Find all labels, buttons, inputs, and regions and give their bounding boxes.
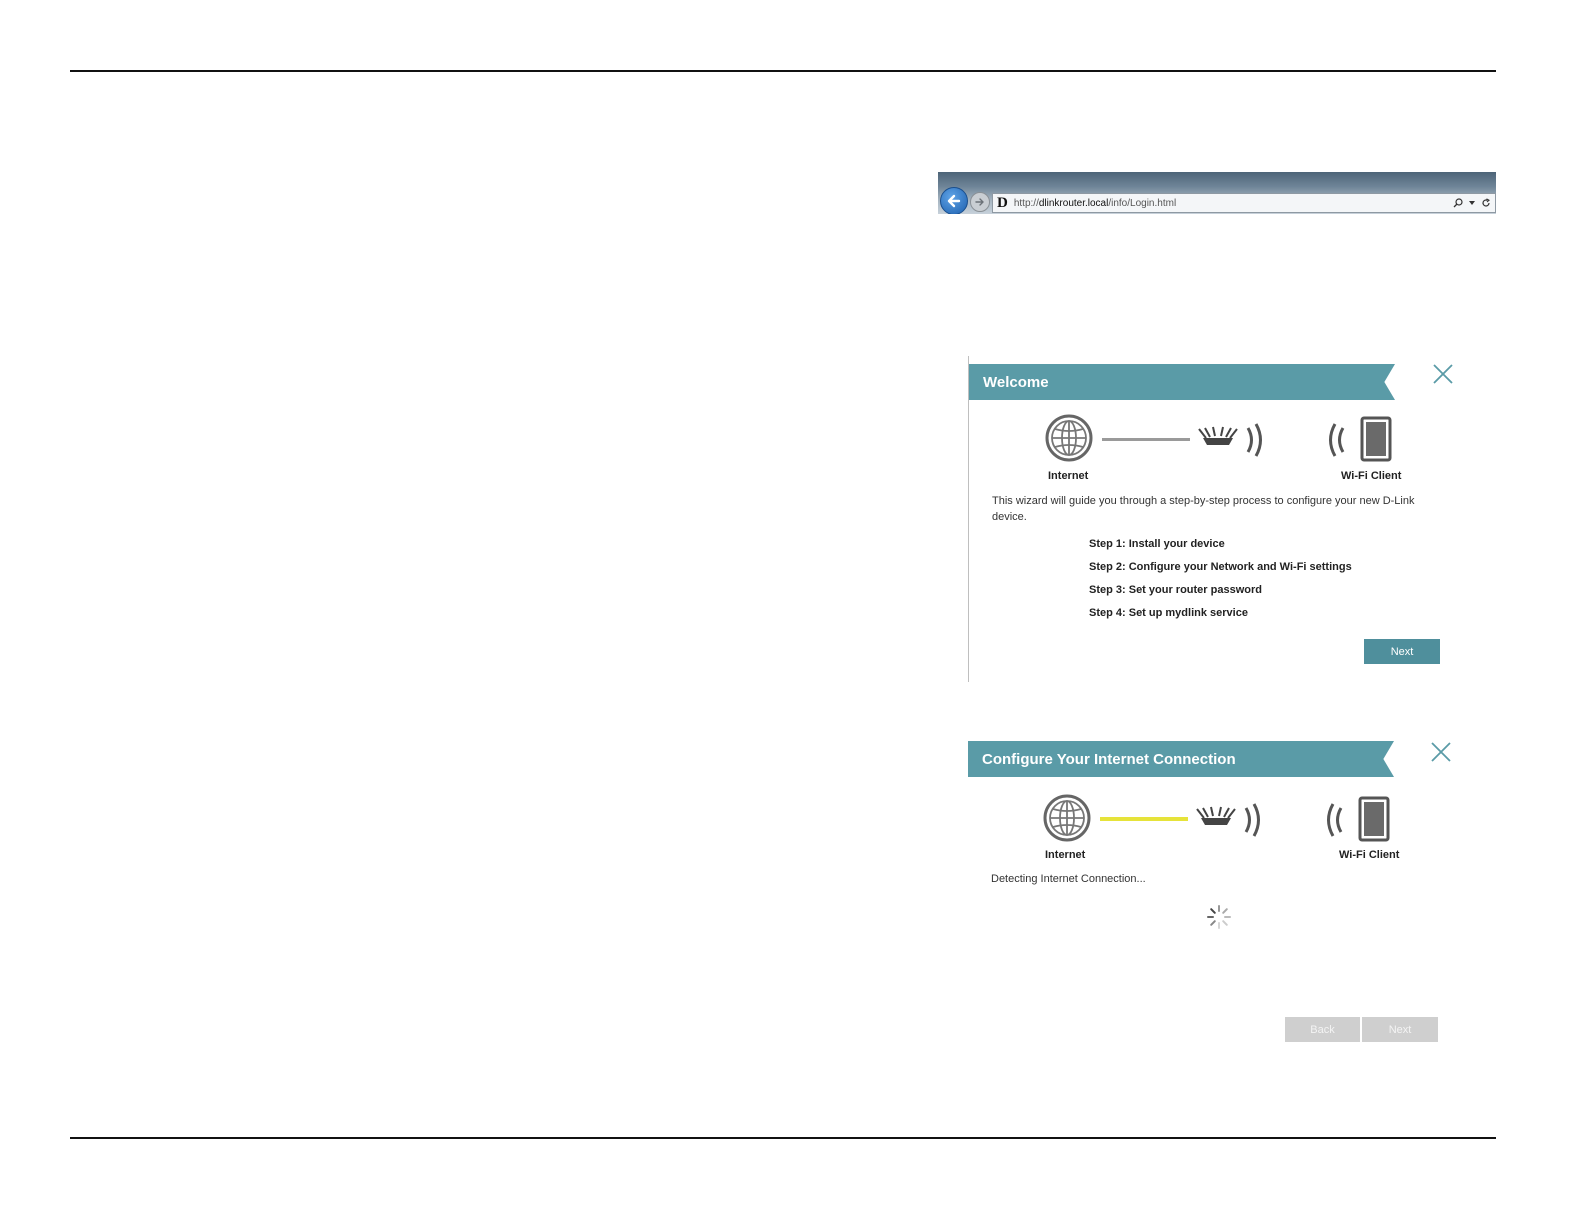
next-button[interactable]: Next (1362, 1017, 1438, 1042)
wifi-signal-icon (1329, 423, 1345, 457)
wifi-signal-icon (1327, 803, 1343, 837)
refresh-icon[interactable] (1481, 198, 1491, 208)
close-icon[interactable] (1429, 740, 1453, 764)
welcome-wizard-panel: Welcome Internet Wi-Fi Client This wizar… (968, 356, 1469, 682)
next-button[interactable]: Next (1364, 639, 1440, 664)
configure-title: Configure Your Internet Connection (982, 750, 1236, 768)
router-icon (1198, 426, 1238, 445)
globe-icon (1045, 414, 1093, 462)
step-list: Step 1: Install your device Step 2: Conf… (1089, 536, 1352, 628)
wifi-client-label: Wi-Fi Client (1341, 470, 1402, 482)
arrow-left-icon (947, 194, 961, 208)
step-4: Step 4: Set up mydlink service (1089, 607, 1248, 619)
tablet-icon (1360, 416, 1392, 462)
back-button[interactable]: Back (1285, 1017, 1360, 1042)
back-navigation-button[interactable] (940, 187, 968, 214)
wifi-client-label: Wi-Fi Client (1339, 849, 1400, 861)
browser-address-bar: D http://dlinkrouter.local/info/Login.ht… (938, 172, 1496, 214)
configure-banner: Configure Your Internet Connection (968, 741, 1394, 777)
router-icon (1196, 806, 1236, 825)
address-input[interactable]: D http://dlinkrouter.local/info/Login.ht… (992, 193, 1496, 213)
site-favicon: D (997, 194, 1008, 211)
configure-internet-wizard-panel: Configure Your Internet Connection Inter… (968, 734, 1468, 1054)
arrow-right-icon (975, 198, 984, 206)
tablet-icon (1358, 796, 1390, 842)
url-prefix: http:// (1013, 197, 1039, 209)
dropdown-arrow-icon[interactable] (1469, 200, 1475, 206)
welcome-title: Welcome (983, 373, 1049, 391)
footer-rule (70, 1137, 1496, 1139)
close-icon[interactable] (1431, 362, 1455, 386)
forward-navigation-button[interactable] (970, 192, 990, 212)
wifi-signal-icon (1244, 803, 1260, 837)
connection-status-text: Detecting Internet Connection... (991, 873, 1146, 885)
step-1: Step 1: Install your device (1089, 538, 1225, 550)
welcome-banner: Welcome (969, 364, 1395, 400)
url-text: http://dlinkrouter.local/info/Login.html (1014, 198, 1176, 209)
step-2: Step 2: Configure your Network and Wi-Fi… (1089, 561, 1352, 573)
url-host: dlinkrouter.local (1038, 197, 1109, 209)
wizard-description: This wizard will guide you through a ste… (992, 495, 1415, 523)
network-topology: Internet Wi-Fi Client (968, 792, 1468, 872)
header-rule (70, 70, 1496, 72)
network-topology: Internet Wi-Fi Client (969, 414, 1469, 494)
globe-icon (1043, 794, 1091, 842)
step-3: Step 3: Set your router password (1089, 584, 1262, 596)
url-path: /info/Login.html (1108, 197, 1177, 209)
wifi-signal-icon (1246, 423, 1262, 457)
internet-label: Internet (1048, 470, 1089, 482)
search-icon[interactable] (1453, 198, 1463, 208)
internet-link-line (1102, 438, 1190, 441)
internet-label: Internet (1045, 849, 1086, 861)
internet-link-line-detecting (1100, 817, 1188, 821)
loading-spinner-icon (1207, 905, 1231, 929)
